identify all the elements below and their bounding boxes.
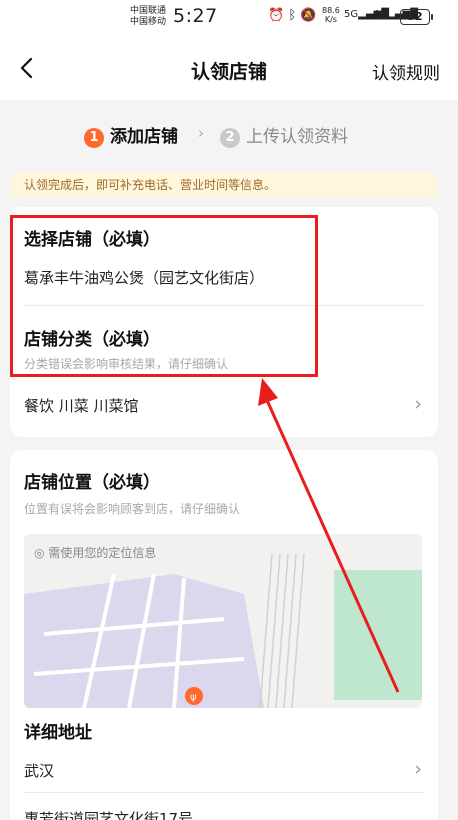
divider <box>24 792 424 793</box>
bluetooth-icon: ᛒ <box>288 8 297 23</box>
rules-link[interactable]: 认领规则 <box>372 59 440 84</box>
net-speed: 88.6 K/s <box>322 6 340 24</box>
chevron-right-icon: › <box>198 124 204 142</box>
chevron-right-icon[interactable]: › <box>414 393 422 415</box>
step-upload-docs: 2 上传认领资料 <box>220 122 348 148</box>
battery-icon: 32 <box>400 9 433 25</box>
carrier-labels: 中国联通 中国移动 <box>130 6 166 28</box>
city-field[interactable]: 武汉 <box>24 760 54 781</box>
step-indicator: 1 添加店铺 › 2 上传认领资料 <box>0 118 458 150</box>
carrier-1: 中国联通 <box>130 6 167 16</box>
street-field[interactable]: 惠芳街道园艺文化街17号 <box>24 808 193 820</box>
status-time: 5:27 <box>173 5 218 27</box>
nav-bar: 认领店铺 认领规则 <box>0 36 458 100</box>
map-hint: ◎ 需使用您的定位信息 <box>34 546 157 560</box>
svg-text:ψ: ψ <box>190 692 197 703</box>
status-icons: ⏰ ᛒ 🔕 <box>268 8 316 23</box>
location-title: 店铺位置（必填） <box>24 473 160 493</box>
address-title: 详细地址 <box>24 723 92 743</box>
step-2-badge: 2 <box>220 128 240 148</box>
chevron-right-icon[interactable]: › <box>414 758 422 780</box>
location-hint: 位置有误将会影响顾客到店，请仔细确认 <box>24 502 241 516</box>
status-bar: 中国联通 中国移动 5:27 ⏰ ᛒ 🔕 88.6 K/s 5G▂▄▆█ 4G▂… <box>0 0 458 36</box>
location-icon: ◎ <box>34 546 45 560</box>
alarm-icon: ⏰ <box>268 8 285 23</box>
step-1-badge: 1 <box>84 128 104 148</box>
notice-banner: 认领完成后，即可补充电话、营业时间等信息。 <box>10 172 438 198</box>
step-add-store: 1 添加店铺 <box>84 122 178 148</box>
category-field[interactable]: 餐饮 川菜 川菜馆 <box>24 395 139 416</box>
step-2-label: 上传认领资料 <box>246 127 348 147</box>
step-1-label: 添加店铺 <box>110 127 178 147</box>
carrier-2: 中国移动 <box>130 17 167 27</box>
mute-icon: 🔕 <box>300 8 317 23</box>
location-card: 店铺位置（必填） 位置有误将会影响顾客到店，请仔细确认 ψ ◎ 需使用您的定位信… <box>10 450 438 820</box>
map-view[interactable]: ψ ◎ 需使用您的定位信息 <box>24 534 422 708</box>
highlight-box <box>10 215 318 377</box>
